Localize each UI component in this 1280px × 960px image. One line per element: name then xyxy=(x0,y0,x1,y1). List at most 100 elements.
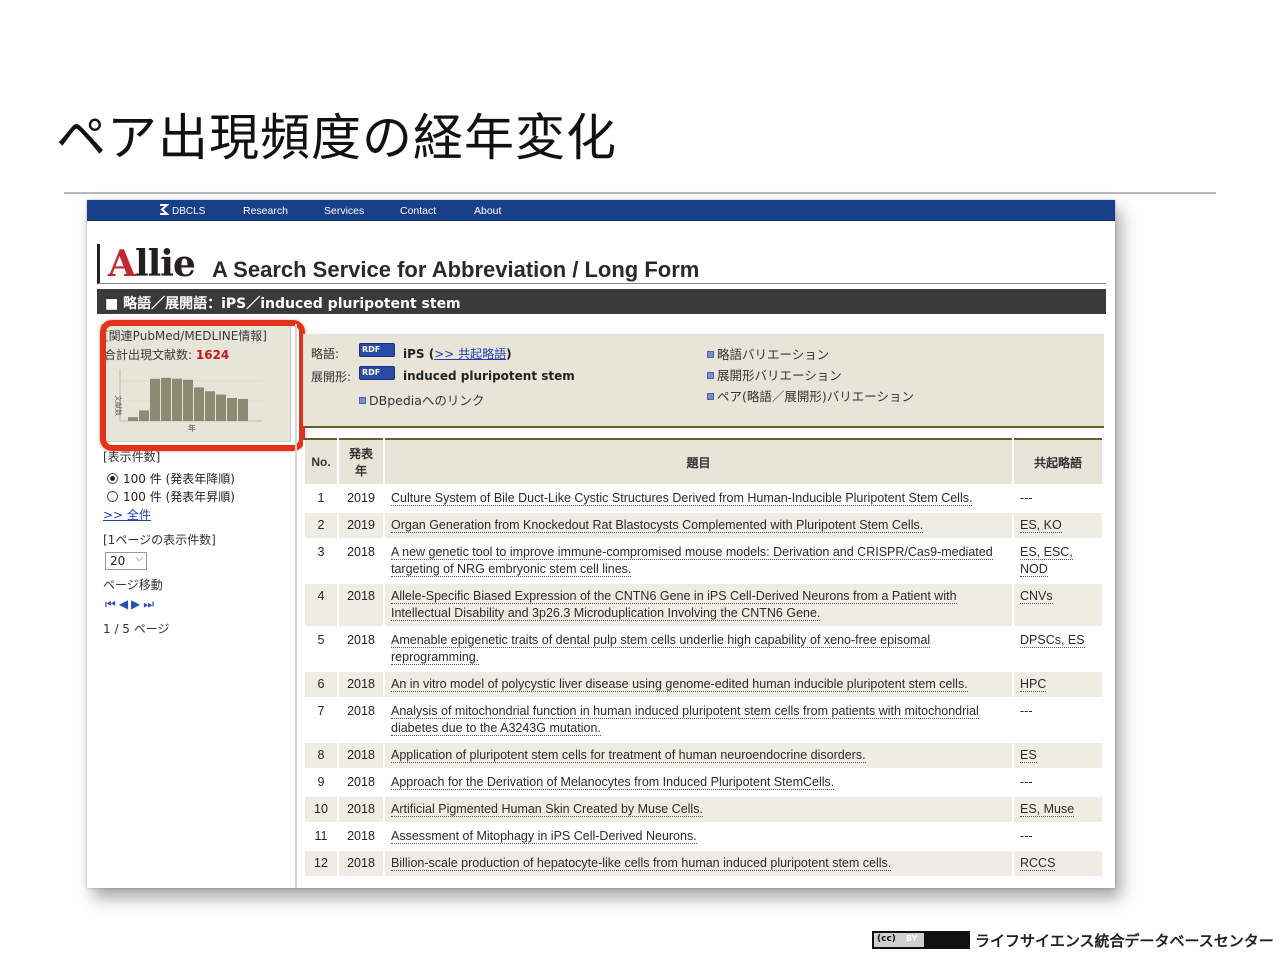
row-year: 2018 xyxy=(337,582,385,628)
row-cooccur: DPSCs, ES xyxy=(1012,626,1104,672)
dbcls-logo-icon xyxy=(160,204,169,215)
row-title-link[interactable]: Billion-scale production of hepatocyte-l… xyxy=(391,856,892,871)
radio-desc-dot[interactable] xyxy=(107,473,118,484)
radio-desc[interactable]: 100 件 (発表年降順) xyxy=(107,470,235,487)
table-row: 3 2018 A new genetic tool to improve immun… xyxy=(303,538,1104,584)
pager-controls: ⏮◀▶⏭ xyxy=(105,597,157,612)
nav-services[interactable]: Services xyxy=(324,205,364,217)
table-row: 5 2018 Amenable epigenetic traits of denta… xyxy=(303,626,1104,672)
next-page-icon[interactable]: ▶ xyxy=(131,597,143,611)
row-number: 7 xyxy=(303,697,339,743)
row-title-link[interactable]: Organ Generation from Knockedout Rat Bla… xyxy=(391,518,924,533)
row-title: A new genetic tool to improve immune-com… xyxy=(383,538,1014,584)
row-cooccur: ES xyxy=(1012,741,1104,770)
row-number: 6 xyxy=(303,670,339,699)
row-title-link[interactable]: Artificial Pigmented Human Skin Created … xyxy=(391,802,703,817)
first-page-icon[interactable]: ⏮ xyxy=(105,597,119,611)
row-year: 2018 xyxy=(337,697,385,743)
row-cooccur-link[interactable]: HPC xyxy=(1020,677,1047,692)
table-header-row: No. 発表年 題目 共起略語 xyxy=(303,438,1104,486)
row-number: 2 xyxy=(303,511,339,540)
row-cooccur: --- xyxy=(1012,484,1104,513)
row-cooccur: ES, KO xyxy=(1012,511,1104,540)
row-title-link[interactable]: Application of pluripotent stem cells fo… xyxy=(391,748,866,763)
row-cooccur-link[interactable]: RCCS xyxy=(1020,856,1056,871)
prev-page-icon[interactable]: ◀ xyxy=(119,597,131,611)
row-title-link[interactable]: Approach for the Derivation of Melanocyt… xyxy=(391,775,835,790)
row-cooccur: CNVs xyxy=(1012,582,1104,628)
row-number: 11 xyxy=(303,822,339,851)
allie-logo[interactable]: Allie xyxy=(108,246,196,282)
last-page-icon[interactable]: ⏭ xyxy=(143,597,157,611)
row-title: Culture System of Bile Duct-Like Cystic … xyxy=(383,484,1014,513)
row-cooccur-link[interactable]: ES, Muse xyxy=(1020,802,1075,817)
long-form-label: 展開形: xyxy=(311,370,352,384)
row-title-link[interactable]: An in vitro model of polycystic liver di… xyxy=(391,677,968,692)
cc-by-label: BY xyxy=(906,934,918,943)
col-cooccur: 共起略語 xyxy=(1012,438,1104,486)
dbpedia-link[interactable]: DBpediaへのリンク xyxy=(359,390,484,409)
cooccur-link[interactable]: >> 共起略語 xyxy=(434,347,506,361)
row-year: 2018 xyxy=(337,670,385,699)
nav-research[interactable]: Research xyxy=(243,205,288,217)
row-cooccur: --- xyxy=(1012,768,1104,797)
abbr-value-row: iPS (>> 共起略語) xyxy=(403,347,512,361)
row-cooccur: --- xyxy=(1012,822,1104,851)
col-year: 発表年 xyxy=(337,438,385,486)
abbr-variation-link[interactable]: 略語バリエーション xyxy=(707,344,829,363)
row-year: 2018 xyxy=(337,538,385,584)
term-detail-box: 略語: RDF iPS (>> 共起略語) 展開形: RDF induced p… xyxy=(303,334,1104,428)
row-title: Artificial Pigmented Human Skin Created … xyxy=(383,795,1014,824)
row-title-link[interactable]: Analysis of mitochondrial function in hu… xyxy=(391,704,979,736)
per-page-select[interactable]: 20 ⌵ xyxy=(105,552,147,570)
row-number: 1 xyxy=(303,484,339,513)
bullet-square-icon xyxy=(707,393,714,400)
row-number: 5 xyxy=(303,626,339,672)
row-title-link[interactable]: Amenable epigenetic traits of dental pul… xyxy=(391,633,931,665)
slide-title: ペア出現頻度の経年変化 xyxy=(56,109,617,167)
row-cooccur: --- xyxy=(1012,697,1104,743)
abbr-label: 略語: xyxy=(311,347,340,361)
row-title-link[interactable]: Culture System of Bile Duct-Like Cystic … xyxy=(391,491,973,506)
row-number: 9 xyxy=(303,768,339,797)
radio-asc[interactable]: 100 件 (発表年昇順) xyxy=(107,488,235,505)
nav-about[interactable]: About xyxy=(474,205,501,217)
cc-label: (cc) xyxy=(877,934,896,944)
page-status: 1 / 5 ページ xyxy=(103,622,170,636)
table-row: 11 2018 Assessment of Mitophagy in iPS Cel… xyxy=(303,822,1104,851)
panel-divider xyxy=(295,324,297,888)
row-title: Billion-scale production of hepatocyte-l… xyxy=(383,849,1014,878)
row-cooccur-link[interactable]: ES, ESC, NOD xyxy=(1020,545,1073,577)
dbcls-logo[interactable]: DBCLS xyxy=(159,204,205,217)
row-year: 2018 xyxy=(337,822,385,851)
cc-license-badge: (cc) BY xyxy=(872,931,970,949)
abbr-rdf-button[interactable]: RDF xyxy=(359,343,395,357)
radio-asc-dot[interactable] xyxy=(107,491,118,502)
row-title: Analysis of mitochondrial function in hu… xyxy=(383,697,1014,743)
pair-variation-link[interactable]: ペア(略語／展開形)バリエーション xyxy=(707,386,914,405)
table-row: 1 2019 Culture System of Bile Duct-Like Cy… xyxy=(303,484,1104,513)
long-variation-label: 展開形バリエーション xyxy=(717,368,842,383)
row-cooccur-link[interactable]: DPSCs, ES xyxy=(1020,633,1085,648)
table-row: 12 2018 Billion-scale production of hepato… xyxy=(303,849,1104,878)
pair-variation-label: ペア(略語／展開形)バリエーション xyxy=(717,389,915,404)
row-title-link[interactable]: Allele-Specific Biased Expression of the… xyxy=(391,589,957,621)
radio-desc-label: 100 件 (発表年降順) xyxy=(123,472,235,486)
row-title: An in vitro model of polycystic liver di… xyxy=(383,670,1014,699)
row-cooccur-link[interactable]: ES, KO xyxy=(1020,518,1062,533)
row-cooccur: HPC xyxy=(1012,670,1104,699)
row-cooccur-link[interactable]: CNVs xyxy=(1020,589,1053,604)
row-year: 2018 xyxy=(337,768,385,797)
nav-contact[interactable]: Contact xyxy=(400,205,436,217)
row-number: 8 xyxy=(303,741,339,770)
row-title: Assessment of Mitophagy in iPS Cell-Deri… xyxy=(383,822,1014,851)
row-title-link[interactable]: A new genetic tool to improve immune-com… xyxy=(391,545,993,577)
per-page-value: 20 xyxy=(110,554,126,568)
long-rdf-button[interactable]: RDF xyxy=(359,366,395,380)
row-number: 12 xyxy=(303,849,339,878)
show-all-link[interactable]: >> 全件 xyxy=(103,506,151,523)
long-variation-link[interactable]: 展開形バリエーション xyxy=(707,365,842,384)
row-cooccur-link[interactable]: ES xyxy=(1020,748,1037,763)
row-title-link[interactable]: Assessment of Mitophagy in iPS Cell-Deri… xyxy=(391,829,697,844)
page-move-label: ページ移動 xyxy=(103,578,163,592)
